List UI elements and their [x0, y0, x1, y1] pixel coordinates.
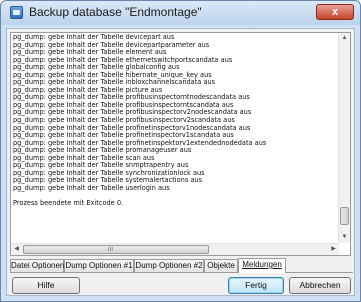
tab-label: Datei Optionen [11, 261, 65, 270]
scroll-down-arrow-icon[interactable]: ▼ [339, 232, 350, 243]
log-final-message: Prozess beendete mit Exitcode 0. [13, 199, 124, 208]
tab-dump-optionen-1[interactable]: Dump Optionen #1 [64, 259, 134, 272]
tab-meldungen[interactable]: Meldungen [238, 258, 286, 273]
database-icon [10, 6, 23, 19]
title-bar[interactable]: Backup database "Endmontage" x [1, 1, 360, 25]
tab-strip: Datei Optionen Dump Optionen #1 Dump Opt… [10, 258, 353, 273]
window-title: Backup database "Endmontage" [29, 5, 202, 19]
tab-objekte[interactable]: Objekte [204, 259, 238, 272]
vertical-scroll-thumb[interactable] [340, 207, 349, 225]
scroll-left-arrow-icon[interactable]: ◀ [11, 244, 22, 255]
close-icon: x [331, 6, 339, 18]
log-line: pg_dump: gebe Inhalt der Tabelle userlog… [13, 183, 170, 192]
tab-label: Meldungen [242, 260, 282, 269]
horizontal-scrollbar[interactable]: ◀ III ▶ [11, 243, 339, 255]
tab-label: Dump Optionen #1 [65, 261, 133, 270]
backup-dialog-window: Backup database "Endmontage" x pg_dump: … [0, 0, 361, 302]
tab-datei-optionen[interactable]: Datei Optionen [10, 259, 64, 272]
vertical-scrollbar[interactable]: ▲ ▼ [338, 33, 350, 243]
scroll-right-arrow-icon[interactable]: ▶ [328, 244, 339, 255]
messages-log[interactable]: pg_dump: gebe Inhalt der Tabelle devicep… [10, 32, 351, 256]
tab-label: Objekte [207, 261, 235, 270]
horizontal-scroll-thumb[interactable]: III [23, 245, 209, 254]
tab-label: Dump Optionen #2 [135, 261, 203, 270]
cancel-button[interactable]: Abbrechen [289, 277, 351, 294]
close-button[interactable]: x [316, 4, 354, 20]
scroll-grip-icon: III [108, 247, 114, 253]
tab-dump-optionen-2[interactable]: Dump Optionen #2 [134, 259, 204, 272]
scroll-up-arrow-icon[interactable]: ▲ [339, 33, 350, 44]
dialog-content: pg_dump: gebe Inhalt der Tabelle devicep… [6, 28, 355, 296]
done-button[interactable]: Fertig [228, 277, 284, 294]
messages-log-text: pg_dump: gebe Inhalt der Tabelle devicep… [13, 34, 337, 240]
help-button[interactable]: Hilfe [12, 277, 80, 294]
